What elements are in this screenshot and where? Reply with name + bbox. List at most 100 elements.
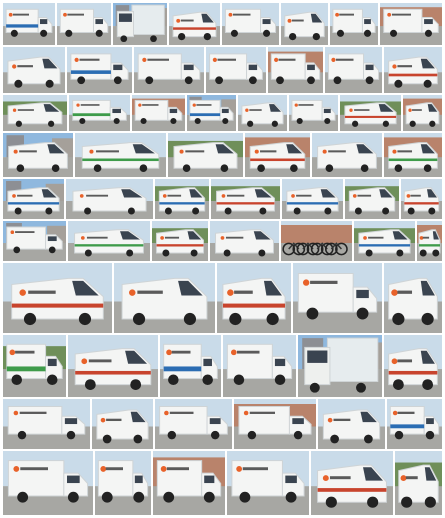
vehicle-photo — [281, 221, 352, 261]
vehicle-photo-tile — [387, 399, 442, 449]
vehicle-photo — [132, 95, 185, 131]
vehicle-photo-tile — [3, 451, 93, 515]
vehicle — [241, 102, 284, 127]
vehicle-photo-tile — [68, 221, 150, 261]
vehicle — [158, 187, 206, 215]
vehicle-photo-tile — [340, 95, 401, 131]
vehicle-photo — [401, 179, 442, 219]
wheel — [289, 32, 297, 41]
wheel — [133, 434, 143, 444]
vehicle-photo — [92, 399, 153, 449]
vehicle-photo — [68, 335, 158, 397]
wheel — [276, 76, 284, 85]
vehicle-photo-tile — [281, 3, 328, 45]
wheel — [423, 79, 432, 88]
company-logo-mark — [387, 12, 392, 17]
wheel — [11, 374, 22, 386]
company-logo-mark — [10, 230, 15, 235]
vehicle-photo — [403, 95, 442, 131]
vehicle-photo-tile — [311, 451, 393, 515]
company-logo-mark — [408, 108, 412, 112]
vehicle-photo-tile — [134, 47, 204, 93]
wheel — [424, 29, 433, 37]
wheel — [312, 32, 320, 41]
vehicle-photo — [325, 47, 382, 93]
vehicle-photo — [312, 133, 382, 177]
company-logo-mark — [81, 358, 88, 365]
wheel — [325, 496, 337, 508]
vehicle-photo — [3, 179, 64, 219]
vehicle-photo-tile — [312, 133, 382, 177]
vehicle-photo-tile — [3, 95, 67, 131]
company-logo-mark — [179, 149, 184, 154]
wheel — [432, 249, 440, 257]
company-logo-mark — [212, 57, 217, 62]
wheel — [263, 29, 271, 37]
wheel — [296, 117, 303, 125]
wheel — [229, 312, 242, 326]
wheel — [307, 76, 315, 85]
vehicle-photo — [68, 221, 150, 261]
vehicle-photo-tile — [169, 3, 220, 45]
wheel — [15, 120, 23, 127]
vehicle-photo — [384, 263, 442, 333]
company-logo-mark — [294, 103, 298, 107]
vehicle-photo — [217, 263, 291, 333]
wheel — [360, 164, 369, 173]
wheel — [401, 496, 413, 508]
vehicle — [215, 229, 274, 257]
vehicle-photo-tile — [92, 399, 153, 449]
wheel — [425, 430, 435, 440]
wheel — [224, 207, 232, 215]
vehicle-photo-tile — [330, 3, 378, 45]
company-logo-mark — [228, 12, 233, 17]
company-logo-mark — [13, 410, 19, 416]
company-logo-mark — [162, 194, 167, 198]
vehicle — [403, 187, 440, 215]
vehicle — [358, 229, 411, 257]
wheel — [274, 374, 286, 386]
wheel — [421, 312, 434, 326]
company-logo-mark — [19, 289, 26, 296]
company-logo-mark — [363, 236, 367, 240]
company-logo-mark — [322, 149, 327, 154]
vehicle-photo-tile — [75, 133, 166, 177]
wheel — [409, 120, 416, 127]
company-logo-mark — [392, 149, 397, 154]
company-logo-mark — [63, 12, 67, 17]
wheel — [325, 164, 334, 173]
vehicle-photo-tile — [3, 47, 65, 93]
vehicle-photo-tile — [417, 221, 442, 261]
company-logo-mark — [254, 149, 259, 154]
wheel — [145, 76, 154, 85]
vehicle-photo-tile — [238, 95, 287, 131]
vehicle — [322, 409, 381, 444]
wheel — [164, 207, 172, 215]
company-logo-mark — [9, 349, 16, 356]
vehicle-photo-tile — [3, 179, 64, 219]
wheel — [177, 32, 186, 41]
vehicle-photo-tile — [68, 335, 158, 397]
company-logo-mark — [227, 289, 234, 296]
vehicle-photo-tile — [384, 335, 442, 397]
vehicle — [249, 142, 306, 173]
vehicle-photo — [282, 179, 343, 219]
wheel — [16, 164, 25, 173]
vehicle-photo — [268, 47, 323, 93]
company-logo-mark — [322, 475, 329, 482]
company-logo-mark — [13, 149, 18, 154]
vehicle-photo-tile — [132, 95, 185, 131]
vehicle-photo-tile — [95, 451, 151, 515]
vehicle-photo — [417, 221, 442, 261]
wheel — [194, 117, 201, 125]
vehicle-photo — [380, 3, 442, 45]
wheel — [162, 249, 170, 257]
vehicle-photo-tile — [222, 3, 279, 45]
vehicle-photo-tile — [227, 451, 309, 515]
wheel — [133, 491, 145, 503]
wheel — [324, 117, 331, 125]
company-logo-mark — [80, 236, 85, 240]
wheel — [306, 307, 319, 320]
wheel — [330, 434, 339, 444]
wheel — [65, 29, 73, 37]
